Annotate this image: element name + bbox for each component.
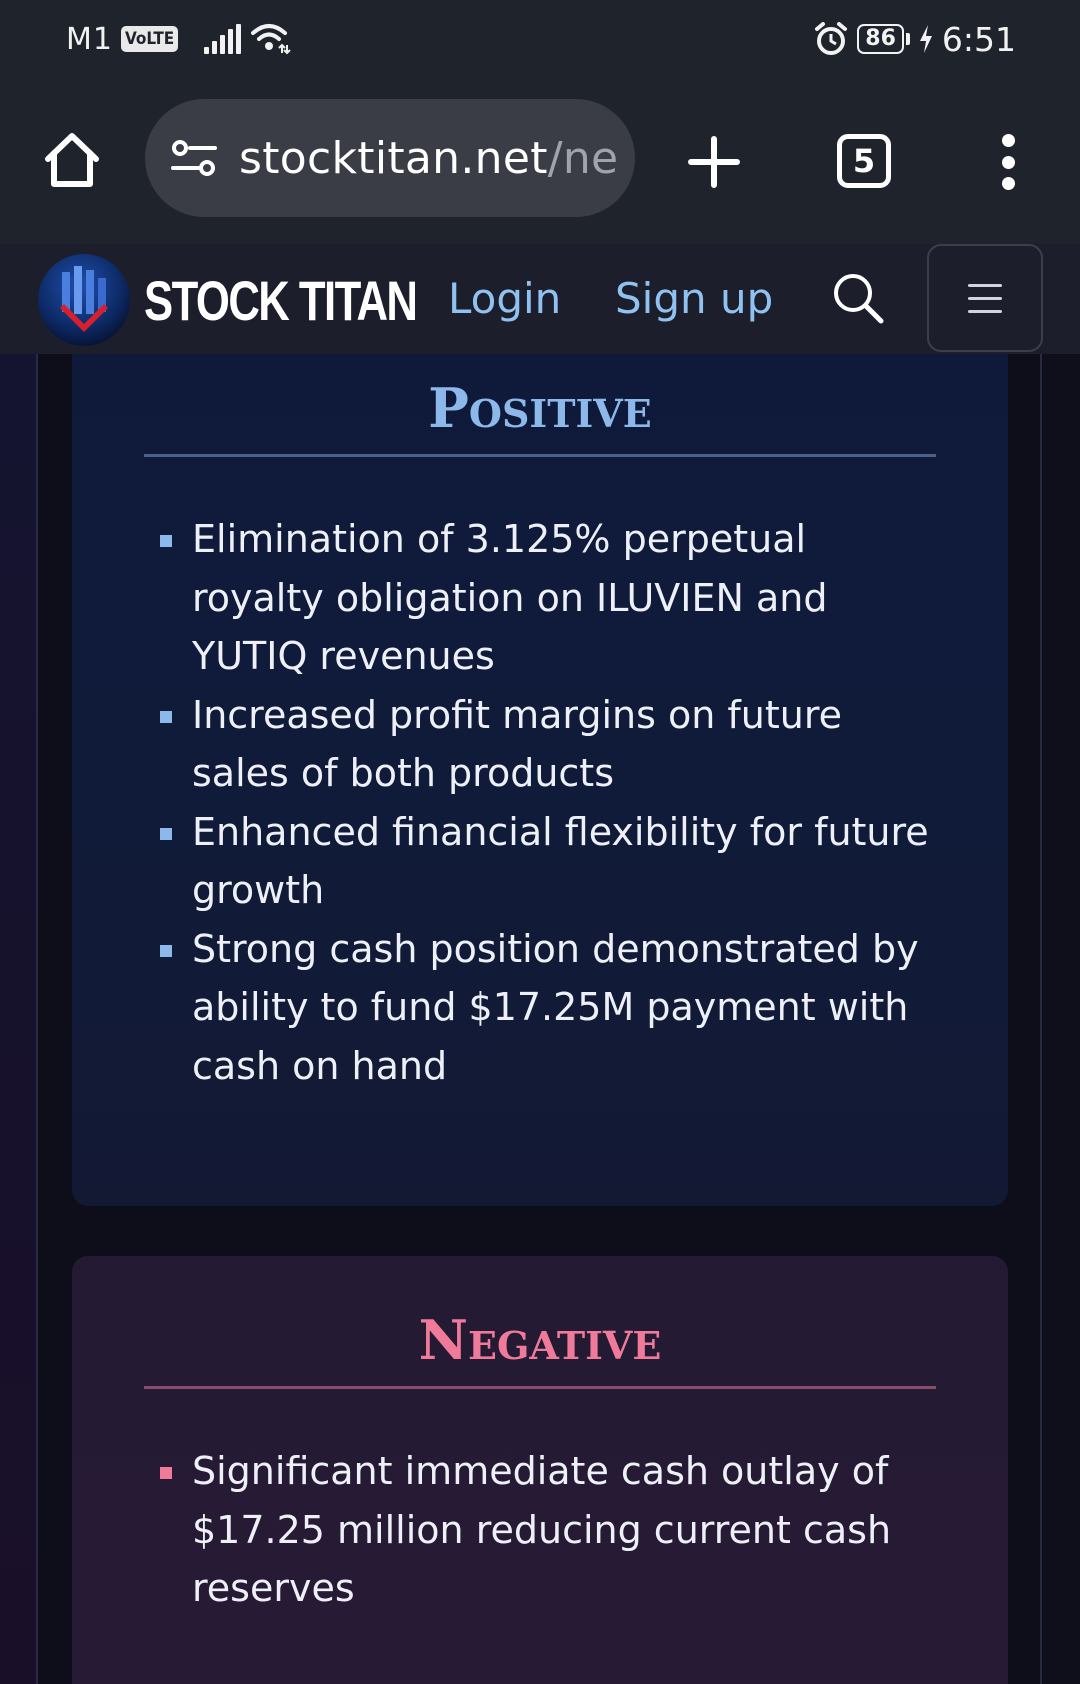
page-content: Positive Elimination of 3.125% perpetual… <box>0 354 1080 1684</box>
plus-icon <box>688 136 740 188</box>
tabs-button[interactable]: 5 <box>837 134 891 188</box>
positive-divider <box>144 454 936 457</box>
browser-toolbar: stocktitan.net/ne 5 <box>0 78 1080 244</box>
stock-titan-logo[interactable] <box>36 252 132 348</box>
negative-list: Significant immediate cash outlay of $17… <box>72 1442 1008 1618</box>
positive-title: Positive <box>428 376 652 440</box>
clock: 6:51 <box>941 19 1016 59</box>
url-path: /ne <box>547 132 619 184</box>
home-icon <box>45 133 99 187</box>
brand-name[interactable]: STOCK TITAN <box>144 268 418 333</box>
alarm-icon <box>815 22 848 55</box>
battery-level: 86 <box>857 24 904 54</box>
positive-list: Elimination of 3.125% perpetual royalty … <box>72 510 1008 1095</box>
new-tab-button[interactable] <box>682 130 746 194</box>
signup-link[interactable]: Sign up <box>615 274 773 323</box>
volte-badge: VoLTE <box>120 26 179 52</box>
list-item: Significant immediate cash outlay of $17… <box>72 1442 1008 1618</box>
wifi-icon <box>251 24 291 55</box>
bullet-marker <box>160 710 172 723</box>
negative-card: Negative Significant immediate cash outl… <box>72 1256 1008 1684</box>
carrier-label: M1 <box>66 21 113 57</box>
site-settings-icon[interactable] <box>171 138 217 178</box>
negative-divider <box>144 1386 936 1389</box>
list-item: Increased profit margins on future sales… <box>72 686 1008 803</box>
list-item-text: Enhanced financial flexibility for futur… <box>192 809 929 913</box>
positive-card: Positive Elimination of 3.125% perpetual… <box>72 354 1008 1206</box>
status-bar: M1 VoLTE 86 6:51 <box>0 0 1080 78</box>
list-item: Enhanced financial flexibility for futur… <box>72 803 1008 920</box>
bullet-marker <box>160 1467 172 1479</box>
list-item: Strong cash position demonstrated by abi… <box>72 920 1008 1096</box>
menu-button[interactable] <box>927 244 1043 352</box>
signal-icon <box>204 24 242 54</box>
bullet-marker <box>160 944 172 957</box>
address-bar[interactable]: stocktitan.net/ne <box>145 99 635 217</box>
list-item-text: Strong cash position demonstrated by abi… <box>192 926 919 1088</box>
battery-indicator: 86 <box>857 24 910 54</box>
list-item-text: Significant immediate cash outlay of $17… <box>192 1449 892 1610</box>
negative-title: Negative <box>418 1308 662 1372</box>
login-link[interactable]: Login <box>448 274 561 323</box>
more-vert-icon[interactable] <box>990 134 1026 190</box>
site-header: STOCK TITAN Login Sign up <box>0 244 1080 354</box>
list-item-text: Increased profit margins on future sales… <box>192 692 843 796</box>
bullet-marker <box>160 535 172 547</box>
bullet-marker <box>160 827 172 840</box>
home-button[interactable] <box>40 128 104 192</box>
list-item: Elimination of 3.125% perpetual royalty … <box>72 510 1008 686</box>
search-icon[interactable] <box>828 268 888 328</box>
menu-icon <box>968 283 1002 287</box>
charging-icon <box>919 25 932 53</box>
url-domain: stocktitan.net <box>239 132 548 184</box>
url-text[interactable]: stocktitan.net/ne <box>239 133 618 184</box>
tab-count: 5 <box>852 142 876 180</box>
list-item-text: Elimination of 3.125% perpetual royalty … <box>192 517 828 678</box>
